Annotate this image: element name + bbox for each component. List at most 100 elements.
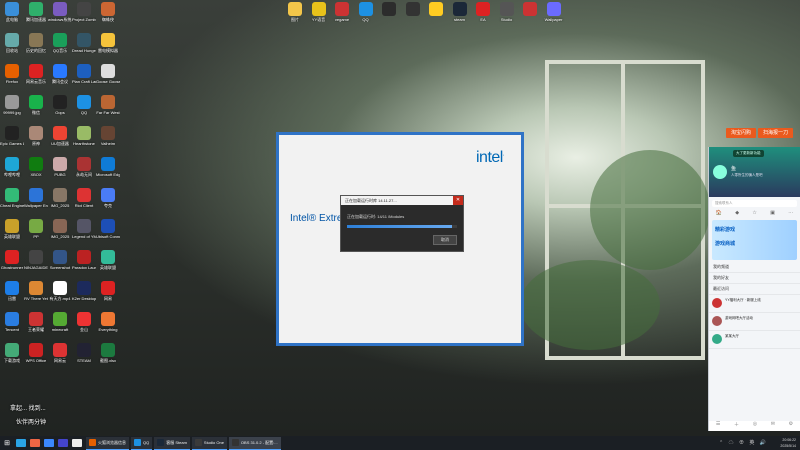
avatar[interactable] [713,165,727,179]
desktop-icon[interactable] [377,2,401,17]
desktop-icon[interactable]: Valheim [96,126,120,146]
desktop-icon[interactable]: 回收站 [0,33,24,53]
desktop-icon[interactable]: Ubisoft Connect [96,219,120,239]
desktop-icon[interactable]: XBOX [24,157,48,177]
promo-banner[interactable]: 淘宝闪购 扫海报一刀 [726,128,794,138]
desktop-icon[interactable]: windows系统.rar [48,2,72,22]
desktop-icon[interactable] [424,2,448,17]
taskbar-app-button[interactable]: 火狐浏览器信息 [86,436,129,450]
taskbar-app-button[interactable]: 客服 Steam [154,436,190,450]
qq-signature[interactable]: 人零所生的骗人是吧 [731,173,763,178]
desktop-icon[interactable]: 腾讯加速器 [24,2,48,22]
qq-tab[interactable]: ◆ [735,210,739,218]
qq-update-tag[interactable]: 大了更新新功能 [733,150,764,157]
qq-tab[interactable]: ☆ [752,210,756,218]
desktop-icon[interactable]: NINJAGAIDEN [24,250,48,270]
desktop-icon[interactable]: QQ [354,2,378,22]
desktop-icon[interactable]: IMG_2025 [48,188,72,208]
desktop-icon[interactable] [518,2,542,17]
desktop-icon[interactable]: 迅雷 [0,281,24,301]
desktop-icon[interactable]: EA [471,2,495,22]
desktop-icon[interactable]: Far Far West [96,95,120,115]
desktop-icon[interactable]: Legend of YMIR [72,219,96,239]
desktop-icon[interactable]: 此电脑 [0,2,24,22]
qq-toolbar-icon[interactable]: ＋ [734,421,739,431]
desktop-icon[interactable]: 微信 [24,95,48,115]
desktop-icon[interactable]: Studio [495,2,519,22]
cancel-button[interactable]: 取消 [433,235,457,245]
desktop-icon[interactable]: Plan Craft Launcher [72,64,96,84]
desktop-icon[interactable]: 金山 [72,312,96,332]
desktop-icon[interactable]: 99999.jpg [0,95,24,115]
desktop-icon[interactable]: 蜘蛛侠 [96,2,120,22]
dialog-titlebar[interactable]: 正在加载运行时库 14.11.27... ✕ [341,196,463,205]
desktop-icon[interactable]: Ghostrunner [0,250,24,270]
desktop-icon[interactable]: K2er Desktop [72,281,96,301]
desktop-icon[interactable]: Firefox [0,64,24,84]
taskbar-app-button[interactable]: Studio One [191,436,227,450]
desktop-icon[interactable]: Wallpaper [542,2,566,22]
desktop-icon[interactable]: 历史的回忆 [24,33,48,53]
clock[interactable]: 20:06:22 2025/5/14 [780,437,796,449]
desktop-icon[interactable]: Dread Hunger [72,33,96,53]
desktop-icon[interactable]: 哔哩哔哩 [0,157,24,177]
qq-toolbar-icon[interactable]: ⚙ [789,421,793,431]
qq-tab[interactable]: 🏠 [716,210,722,218]
desktop-icon[interactable]: 图片 [283,2,307,22]
desktop-icon[interactable]: QQ [72,95,96,115]
desktop-icon[interactable]: RV There Yet [24,281,48,301]
desktop-icon[interactable]: Microsoft Edge [96,157,120,177]
desktop-icon[interactable]: Tencent [0,312,24,332]
qq-section-item[interactable]: 最近访问 [709,284,800,295]
desktop-icon[interactable]: 网易云音乐 [24,64,48,84]
desktop-icon[interactable]: 网易云 [48,343,72,363]
desktop-icon[interactable]: Cheat Engine [0,188,24,208]
desktop-icon[interactable]: WPS Office [24,343,48,363]
list-item[interactable]: 游戏网吧大厅活动 [709,313,800,331]
desktop-icon[interactable]: 英雄联盟 [96,250,120,270]
desktop-icon[interactable]: minecraft [48,312,72,332]
taskbar-app-button[interactable]: QQ [131,436,153,450]
qq-tab[interactable]: ⋯ [788,210,793,218]
desktop-icon[interactable]: Wallpaper Engine [24,188,48,208]
desktop-icon[interactable]: STEAM [72,343,96,363]
system-tray-icons[interactable]: ⌃ ☁ ⊕ 英 🔊 [719,439,768,446]
loading-dialog[interactable]: 正在加载运行时库 14.11.27... ✕ 正在加载运行时: 14/11 /M… [340,195,464,252]
taskbar-pinned-icon[interactable] [30,439,40,447]
desktop-icon[interactable]: Everything [96,312,120,332]
desktop-icon[interactable]: 英雄联盟 [0,219,24,239]
desktop-icon[interactable]: 下载游戏 [0,343,24,363]
qq-ad-banner[interactable]: 精彩游戏 游戏商城 [712,220,797,260]
taskbar-pinned-icon[interactable] [58,439,68,447]
desktop-icon[interactable]: 雷电模拟器 [96,33,120,53]
desktop-icon[interactable]: Project Zomboid [72,2,96,22]
desktop-icon[interactable]: Paradox Launcher v2 [72,250,96,270]
desktop-icon[interactable]: YY语音 [307,2,331,22]
desktop-icon[interactable]: 网易 [96,281,120,301]
taskbar-pinned-icon[interactable] [16,439,26,447]
qq-section-item[interactable]: 我的好友 [709,273,800,284]
desktop-icon[interactable]: steam [448,2,472,22]
desktop-icon[interactable]: 夸克 [96,188,120,208]
desktop-icon[interactable]: 截图.xlsx [96,343,120,363]
qq-tab[interactable]: ▣ [770,210,775,218]
qq-section-item[interactable]: 我的频道 [709,262,800,273]
desktop-icon[interactable]: PP [24,219,48,239]
desktop-icon[interactable]: 王者荣耀 [24,312,48,332]
search-input[interactable]: 搜索联系人 [712,200,797,207]
desktop-icon[interactable]: Screenshot [48,250,72,270]
desktop-icon[interactable]: QQ音乐 [48,33,72,53]
list-item[interactable]: 某某大厅 [709,331,800,349]
taskbar-pinned-icon[interactable] [44,439,54,447]
desktop-icon[interactable]: vegame [330,2,354,22]
desktop-icon[interactable]: Riot Client [72,188,96,208]
qq-toolbar-icon[interactable]: ☰ [716,421,720,431]
taskbar-pinned-icon[interactable] [72,439,82,447]
desktop-icon[interactable]: IMG_2025 [48,219,72,239]
banner-right[interactable]: 扫海报一刀 [758,128,794,138]
close-icon[interactable]: ✕ [453,196,463,205]
desktop-icon[interactable]: 永劫无间 [72,157,96,177]
desktop-icon[interactable]: 原神 [24,126,48,146]
qq-main-panel[interactable]: 大了更新新功能 鱼 人零所生的骗人是吧 搜索联系人 🏠 ◆ ☆ ▣ ⋯ 精彩游戏 游戏商… [708,147,800,431]
desktop-icon[interactable]: 腾讯会议 [48,64,72,84]
